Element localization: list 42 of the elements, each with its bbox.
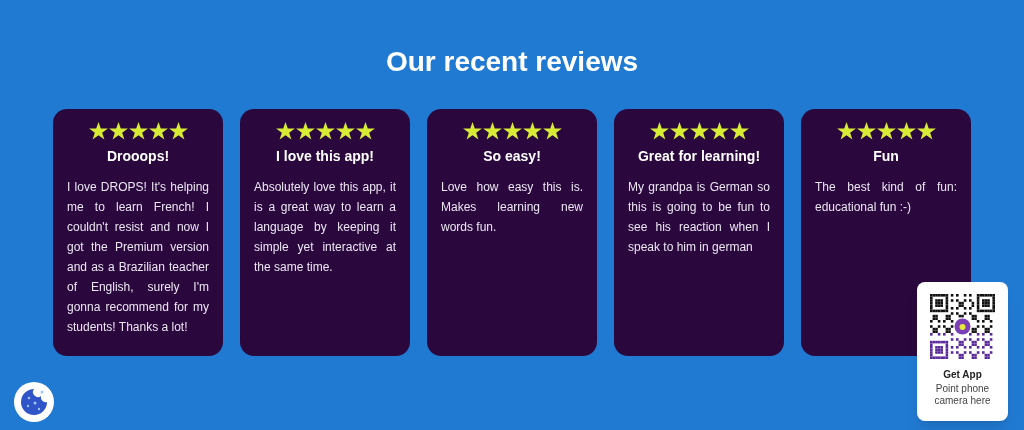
star-icon xyxy=(315,122,335,140)
review-title: Fun xyxy=(873,147,899,166)
cookie-icon xyxy=(20,388,48,416)
review-text: My grandpa is German so this is going to be fun to see his reaction when I speak to him in german xyxy=(628,179,770,256)
get-app-subtitle: Point phone camera here xyxy=(933,383,992,407)
star-icon xyxy=(88,122,108,140)
review-text: Absolutely love this app, it is a great way to learn a language by keeping it simple yet interactive at the same time. xyxy=(254,179,396,276)
star-icon xyxy=(522,122,542,140)
get-app-card[interactable]: Get App Point phone camera here xyxy=(917,282,1008,421)
star-icon xyxy=(876,122,896,140)
review-title: Drooops! xyxy=(106,147,170,166)
review-text: Love how easy this is. Makes learning new words fun. xyxy=(441,179,583,236)
star-icon xyxy=(916,122,936,140)
star-icon xyxy=(148,122,168,140)
review-title: Great for learning! xyxy=(637,147,761,166)
star-icon xyxy=(275,122,295,140)
star-icon xyxy=(896,122,916,140)
star-icon xyxy=(128,122,148,140)
star-icon xyxy=(295,122,315,140)
review-text: The best kind of fun: educational fun :-) xyxy=(815,179,957,216)
get-app-title: Get App xyxy=(943,368,982,382)
review-title: I love this app! xyxy=(276,147,374,166)
review-title: So easy! xyxy=(483,147,541,166)
star-icon xyxy=(462,122,482,140)
star-icon xyxy=(689,122,709,140)
star-icon xyxy=(836,122,856,140)
star-icon xyxy=(669,122,689,140)
star-icon xyxy=(649,122,669,140)
star-icon xyxy=(108,122,128,140)
star-icon xyxy=(335,122,355,140)
star-icon xyxy=(709,122,729,140)
star-icon xyxy=(542,122,562,140)
star-icon xyxy=(502,122,522,140)
star-icon xyxy=(729,122,749,140)
cookie-button[interactable] xyxy=(14,382,54,422)
review-text: I love DROPS! It's helping me to learn French! I couldn't resist and now I got the Premium version and as a Brazilian teacher of English, surely I'm gonna recommend for my students! Thanks a lot! xyxy=(67,179,209,336)
qr-code xyxy=(930,294,995,359)
section-heading: Our recent reviews xyxy=(384,45,640,79)
star-icon xyxy=(856,122,876,140)
star-icon xyxy=(355,122,375,140)
star-icon xyxy=(482,122,502,140)
star-icon xyxy=(168,122,188,140)
